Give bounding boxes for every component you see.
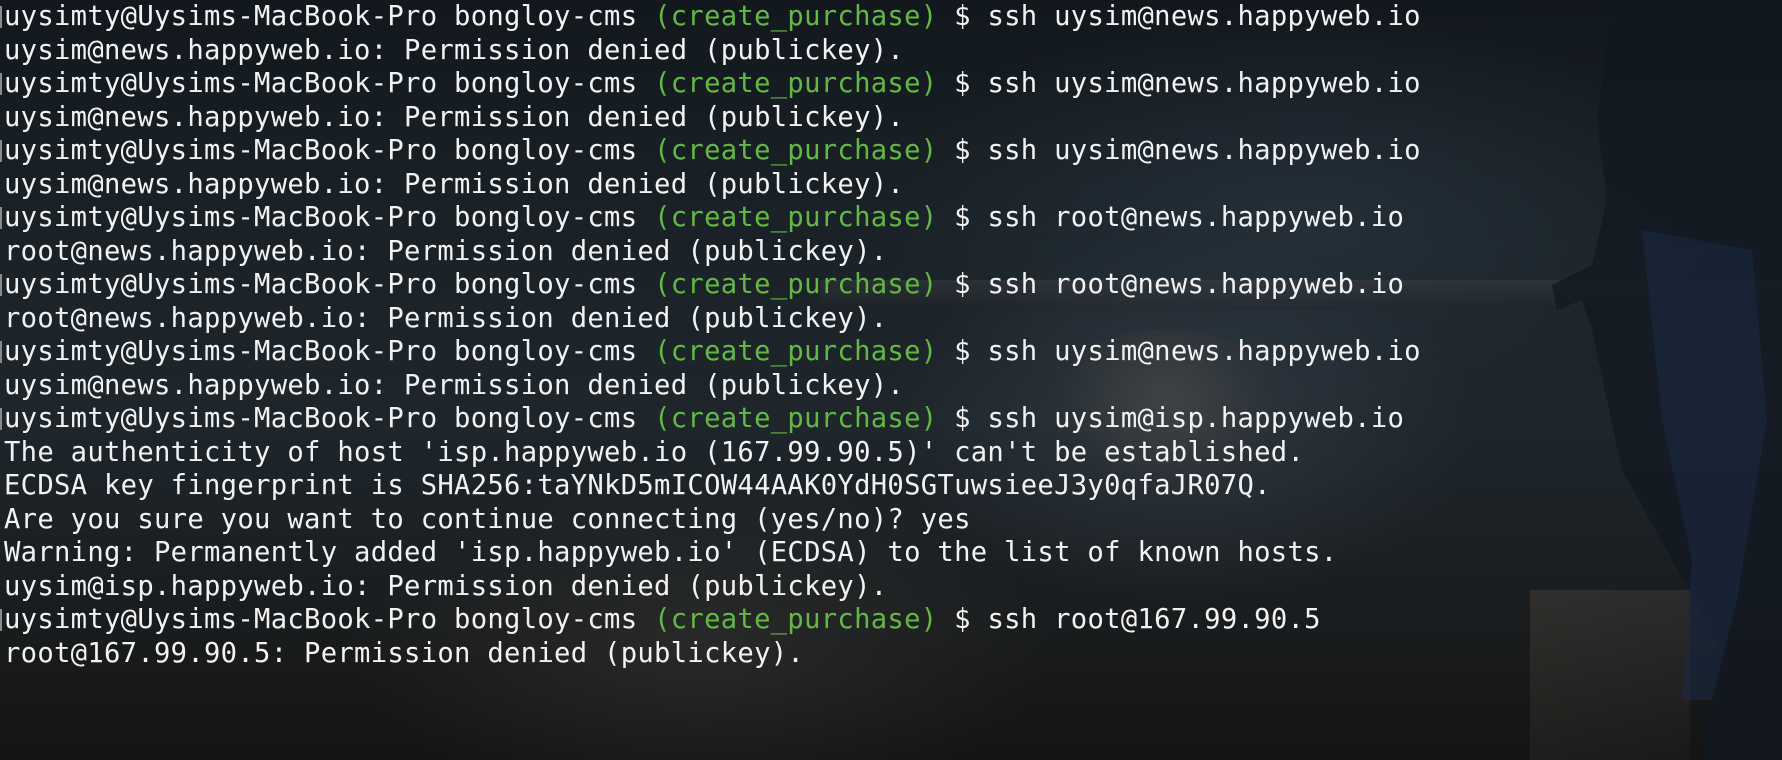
- output-line: uysim@news.happyweb.io: Permission denie…: [4, 168, 1421, 202]
- output-text: Warning: Permanently added 'isp.happyweb…: [4, 537, 1338, 568]
- prompt-user-host-dir: uysimty@Uysims-MacBook-Pro bongloy-cms: [4, 604, 638, 635]
- output-text: root@167.99.90.5: Permission denied (pub…: [4, 637, 805, 669]
- terminal-window[interactable]: uysimty@Uysims-MacBook-Pro bongloy-cms (…: [0, 0, 1782, 760]
- git-branch: (create_purchase): [654, 269, 938, 300]
- output-text: uysim@news.happyweb.io: Permission denie…: [4, 101, 905, 133]
- prompt-line: uysimty@Uysims-MacBook-Pro bongloy-cms (…: [0, 0, 1421, 34]
- prompt-line: uysimty@Uysims-MacBook-Pro bongloy-cms (…: [0, 603, 1421, 637]
- line-marker: [0, 140, 2, 162]
- command-text: ssh uysim@news.happyweb.io: [987, 135, 1421, 166]
- output-text: ECDSA key fingerprint is SHA256:taYNkD5m…: [4, 470, 1271, 501]
- output-text: uysim@news.happyweb.io: Permission denie…: [4, 34, 905, 66]
- line-marker: [0, 73, 2, 95]
- prompt-line: uysimty@Uysims-MacBook-Pro bongloy-cms (…: [0, 67, 1421, 101]
- line-marker: [0, 609, 2, 631]
- output-line: uysim@news.happyweb.io: Permission denie…: [4, 101, 1421, 135]
- git-branch: (create_purchase): [654, 336, 938, 367]
- output-line: The authenticity of host 'isp.happyweb.i…: [4, 436, 1421, 470]
- prompt-symbol: $: [954, 1, 971, 32]
- output-line: uysim@news.happyweb.io: Permission denie…: [4, 34, 1421, 68]
- prompt-line: uysimty@Uysims-MacBook-Pro bongloy-cms (…: [0, 402, 1421, 436]
- prompt-user-host-dir: uysimty@Uysims-MacBook-Pro bongloy-cms: [4, 336, 638, 367]
- line-marker: [0, 274, 2, 296]
- command-text: ssh root@news.happyweb.io: [987, 202, 1405, 233]
- prompt-symbol: $: [954, 269, 971, 300]
- prompt-user-host-dir: uysimty@Uysims-MacBook-Pro bongloy-cms: [4, 202, 638, 233]
- git-branch: (create_purchase): [654, 403, 938, 434]
- output-line: root@167.99.90.5: Permission denied (pub…: [4, 637, 1421, 671]
- command-text: ssh uysim@news.happyweb.io: [987, 68, 1421, 99]
- command-text: ssh uysim@news.happyweb.io: [987, 1, 1421, 32]
- background-person-silhouette: [1552, 0, 1782, 760]
- line-marker: [0, 6, 2, 28]
- command-text: ssh root@news.happyweb.io: [987, 269, 1405, 300]
- prompt-symbol: $: [954, 68, 971, 99]
- git-branch: (create_purchase): [654, 135, 938, 166]
- line-marker: [0, 408, 2, 430]
- terminal-output[interactable]: uysimty@Uysims-MacBook-Pro bongloy-cms (…: [0, 0, 1421, 671]
- output-line: Warning: Permanently added 'isp.happyweb…: [4, 536, 1421, 570]
- command-text: ssh uysim@news.happyweb.io: [987, 336, 1421, 367]
- prompt-line: uysimty@Uysims-MacBook-Pro bongloy-cms (…: [0, 134, 1421, 168]
- prompt-line: uysimty@Uysims-MacBook-Pro bongloy-cms (…: [0, 201, 1421, 235]
- output-text: uysim@news.happyweb.io: Permission denie…: [4, 369, 905, 401]
- git-branch: (create_purchase): [654, 1, 938, 32]
- git-branch: (create_purchase): [654, 202, 938, 233]
- command-text: ssh root@167.99.90.5: [987, 604, 1321, 635]
- line-marker: [0, 341, 2, 363]
- git-branch: (create_purchase): [654, 604, 938, 635]
- prompt-line: uysimty@Uysims-MacBook-Pro bongloy-cms (…: [0, 335, 1421, 369]
- prompt-symbol: $: [954, 202, 971, 233]
- prompt-user-host-dir: uysimty@Uysims-MacBook-Pro bongloy-cms: [4, 135, 638, 166]
- git-branch: (create_purchase): [654, 68, 938, 99]
- output-line: root@news.happyweb.io: Permission denied…: [4, 235, 1421, 269]
- output-line: root@news.happyweb.io: Permission denied…: [4, 302, 1421, 336]
- output-text: root@news.happyweb.io: Permission denied…: [4, 235, 888, 267]
- output-text: The authenticity of host 'isp.happyweb.i…: [4, 436, 1305, 468]
- prompt-symbol: $: [954, 336, 971, 367]
- prompt-symbol: $: [954, 604, 971, 635]
- line-marker: [0, 207, 2, 229]
- output-text: Are you sure you want to continue connec…: [4, 503, 971, 535]
- prompt-user-host-dir: uysimty@Uysims-MacBook-Pro bongloy-cms: [4, 68, 638, 99]
- command-text: ssh uysim@isp.happyweb.io: [987, 403, 1405, 434]
- output-text: uysim@isp.happyweb.io: Permission denied…: [4, 570, 888, 602]
- prompt-user-host-dir: uysimty@Uysims-MacBook-Pro bongloy-cms: [4, 269, 638, 300]
- prompt-user-host-dir: uysimty@Uysims-MacBook-Pro bongloy-cms: [4, 403, 638, 434]
- prompt-user-host-dir: uysimty@Uysims-MacBook-Pro bongloy-cms: [4, 1, 638, 32]
- output-line: uysim@news.happyweb.io: Permission denie…: [4, 369, 1421, 403]
- output-text: root@news.happyweb.io: Permission denied…: [4, 302, 888, 334]
- output-line: Are you sure you want to continue connec…: [4, 503, 1421, 537]
- output-line: ECDSA key fingerprint is SHA256:taYNkD5m…: [4, 469, 1421, 503]
- prompt-symbol: $: [954, 135, 971, 166]
- prompt-symbol: $: [954, 403, 971, 434]
- output-text: uysim@news.happyweb.io: Permission denie…: [4, 168, 905, 200]
- output-line: uysim@isp.happyweb.io: Permission denied…: [4, 570, 1421, 604]
- prompt-line: uysimty@Uysims-MacBook-Pro bongloy-cms (…: [0, 268, 1421, 302]
